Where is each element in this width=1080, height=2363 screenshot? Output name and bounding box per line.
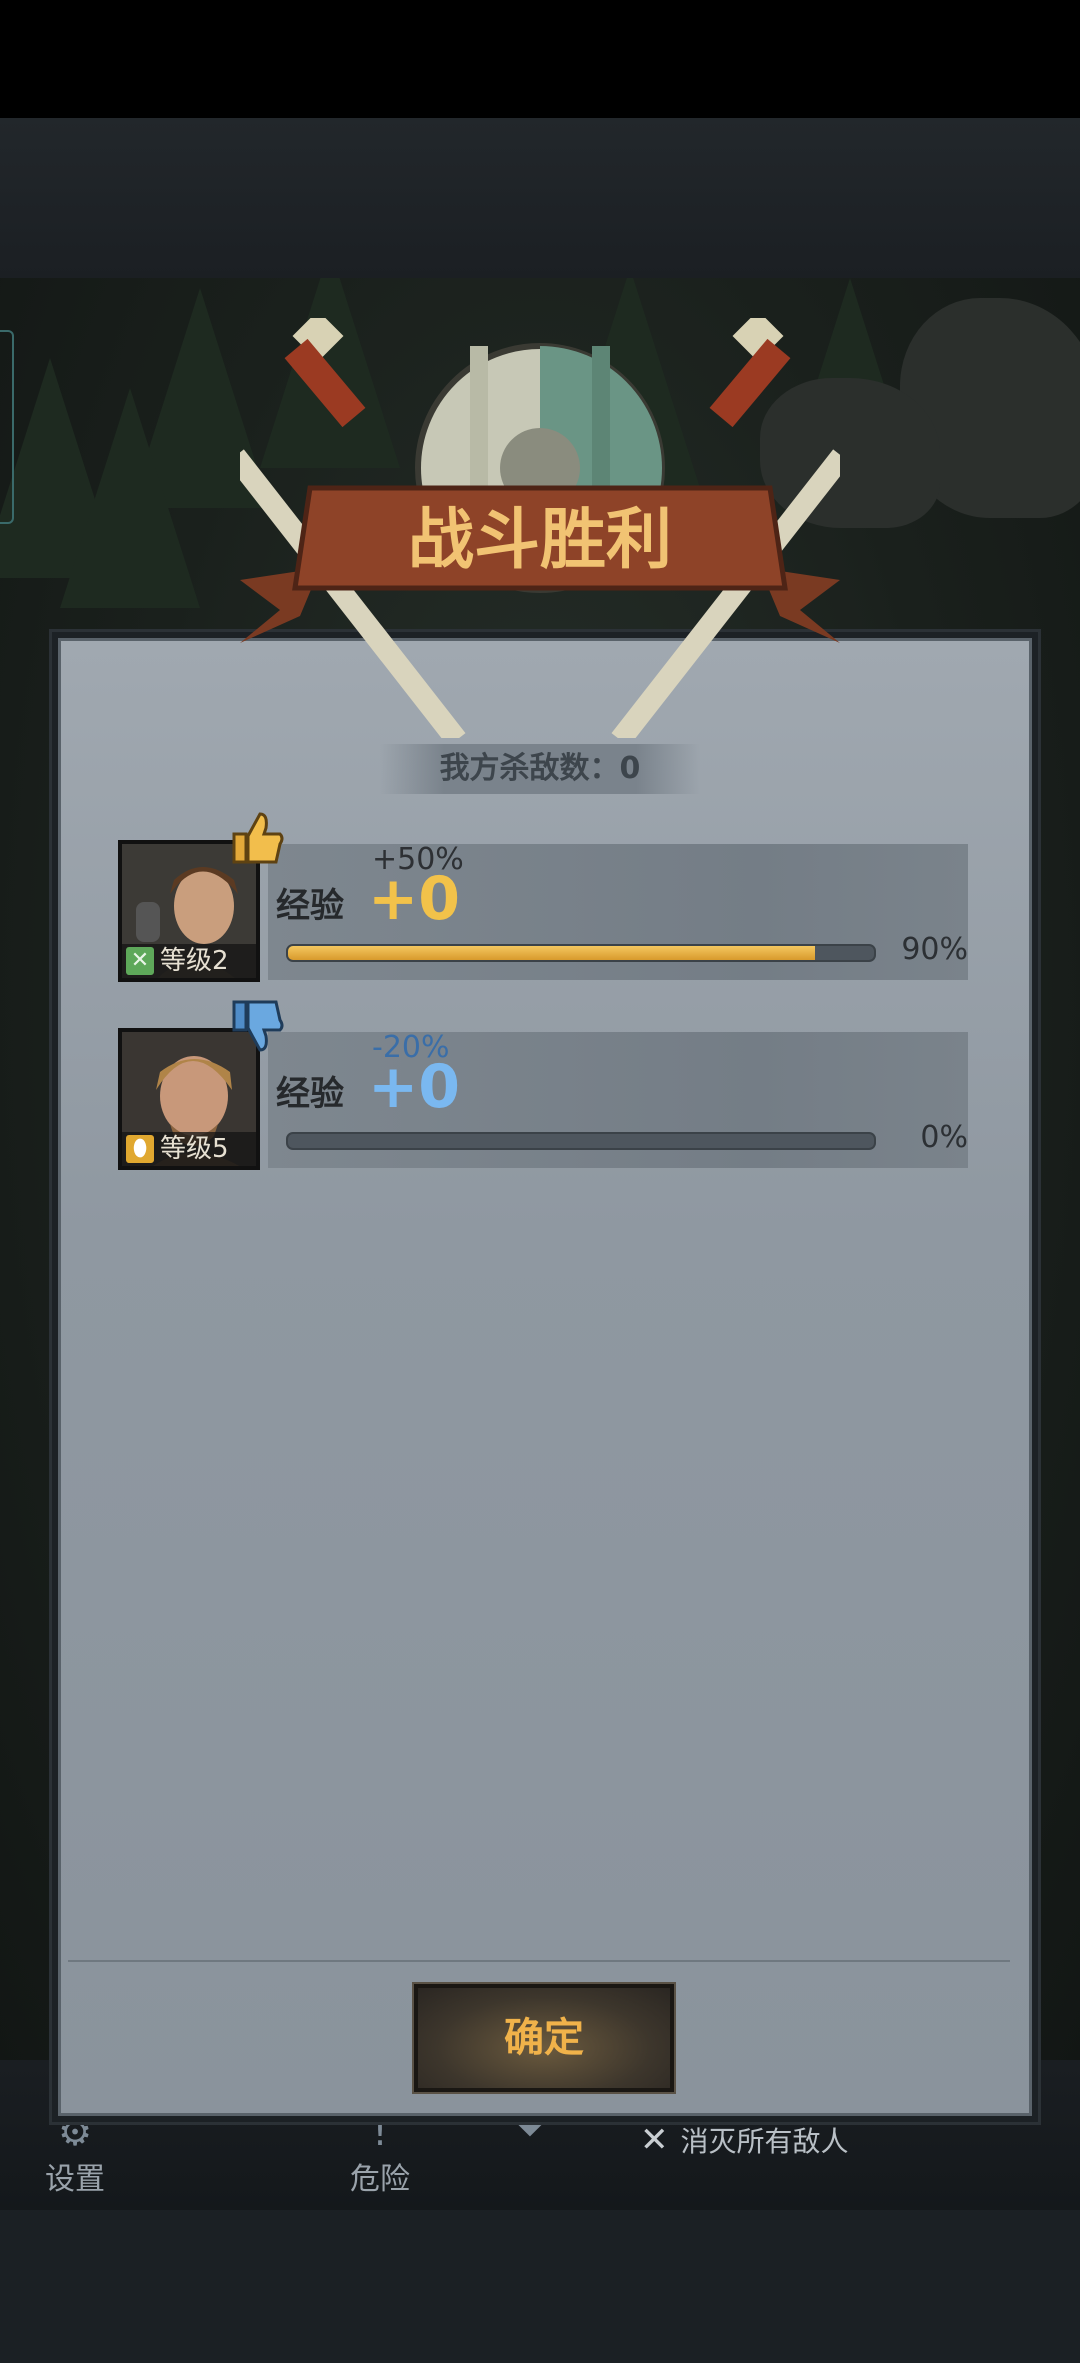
settings-button[interactable]: ⚙ 设置 — [30, 2110, 120, 2198]
xp-value: +0 — [368, 864, 461, 934]
xp-progress-bar — [286, 1132, 876, 1150]
xp-label: 经验 — [276, 886, 344, 926]
level-badge: ⬮ 等级5 — [122, 1132, 256, 1166]
divider — [68, 1960, 1010, 1962]
xp-progress-fill — [288, 946, 816, 960]
status-bar — [0, 0, 1080, 118]
xp-percent: 90% — [901, 932, 968, 967]
crossed-swords-icon: ✕ — [640, 2120, 669, 2160]
thumbs-up-icon — [232, 812, 284, 864]
top-hud — [0, 118, 1080, 278]
banner-title: 战斗胜利 — [408, 501, 672, 578]
xp-label: 经验 — [276, 1074, 344, 1114]
objective-label: ✕ 消灭所有敌人 — [640, 2120, 849, 2160]
victory-emblem: 战斗胜利 — [240, 318, 840, 738]
side-tab[interactable] — [0, 330, 14, 524]
shield-icon: ⬮ — [126, 1135, 154, 1163]
nav-area — [0, 2210, 1080, 2363]
xp-progress-bar — [286, 944, 876, 962]
thumbs-down-icon — [232, 1000, 284, 1052]
confirm-button[interactable]: 确定 — [414, 1984, 674, 2092]
unit-row: ✕ 等级2 +50% 经验 +0 90% — [118, 812, 968, 984]
xp-value: +0 — [368, 1052, 461, 1122]
danger-button[interactable]: ! 危险 — [330, 2110, 430, 2198]
level-badge: ✕ 等级2 — [122, 944, 256, 978]
kill-count: 我方杀敌数：0 — [380, 744, 700, 794]
xp-percent: 0% — [920, 1120, 968, 1155]
crossed-swords-icon: ✕ — [126, 947, 154, 975]
unit-row: ⬮ 等级5 -20% 经验 +0 0% — [118, 1000, 968, 1172]
